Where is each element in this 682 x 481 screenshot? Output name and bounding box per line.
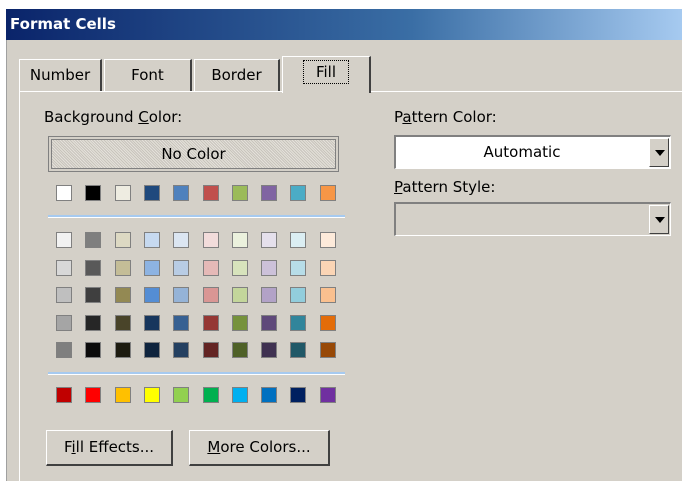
theme-tint-swatch[interactable] — [114, 232, 131, 248]
theme-tint-swatch[interactable] — [319, 232, 336, 248]
dialog-title: Format Cells — [6, 9, 682, 40]
theme-tint-swatch[interactable] — [319, 287, 336, 303]
standard-color-swatch[interactable] — [319, 387, 336, 403]
theme-tint-swatch[interactable] — [290, 315, 307, 331]
theme-color-swatch[interactable] — [319, 185, 336, 201]
theme-tint-swatch[interactable] — [290, 287, 307, 303]
theme-tint-swatch[interactable] — [173, 342, 190, 358]
theme-color-swatch[interactable] — [261, 185, 278, 201]
theme-tint-swatch[interactable] — [231, 260, 248, 276]
theme-tint-swatch[interactable] — [143, 260, 160, 276]
theme-tint-swatch[interactable] — [173, 260, 190, 276]
theme-tint-swatch[interactable] — [319, 315, 336, 331]
pattern-color-dropdown[interactable]: Automatic — [394, 135, 671, 169]
theme-tint-swatch[interactable] — [56, 315, 72, 331]
theme-tint-swatch[interactable] — [114, 287, 131, 303]
theme-tint-swatch[interactable] — [261, 315, 278, 331]
theme-tint-swatch[interactable] — [56, 287, 72, 303]
theme-tint-swatch[interactable] — [173, 315, 190, 331]
standard-color-swatch[interactable] — [261, 387, 278, 403]
tab-border[interactable]: Border — [194, 59, 280, 92]
standard-color-swatch[interactable] — [290, 387, 307, 403]
theme-tint-swatch[interactable] — [290, 342, 307, 358]
theme-tint-swatch[interactable] — [114, 260, 131, 276]
palette-separator-top — [48, 215, 345, 218]
theme-tint-swatch[interactable] — [290, 260, 307, 276]
theme-tint-swatch[interactable] — [143, 287, 160, 303]
no-color-label: No Color — [51, 139, 336, 169]
pattern-color-value: Automatic — [483, 143, 561, 161]
palette-separator-bottom — [48, 372, 345, 375]
theme-tint-swatch[interactable] — [319, 260, 336, 276]
theme-tint-swatch[interactable] — [202, 287, 219, 303]
theme-tint-swatch[interactable] — [143, 315, 160, 331]
theme-tint-swatch[interactable] — [85, 232, 102, 248]
theme-color-swatch[interactable] — [173, 185, 190, 201]
pattern-style-label: Pattern Style: — [394, 178, 496, 196]
theme-tint-swatch[interactable] — [231, 232, 248, 248]
theme-tint-swatch[interactable] — [143, 342, 160, 358]
standard-color-swatch[interactable] — [143, 387, 160, 403]
pattern-style-dropdown[interactable] — [394, 202, 671, 236]
fill-effects-button[interactable]: Fill Effects... — [46, 430, 173, 466]
theme-tint-swatch[interactable] — [143, 232, 160, 248]
theme-tint-swatch[interactable] — [85, 342, 102, 358]
standard-color-swatch[interactable] — [85, 387, 102, 403]
theme-tint-swatch[interactable] — [231, 315, 248, 331]
theme-tint-swatch[interactable] — [202, 232, 219, 248]
tab-fill-label: Fill — [302, 60, 350, 84]
theme-tint-swatch[interactable] — [85, 315, 102, 331]
tab-number[interactable]: Number — [19, 59, 102, 92]
theme-color-swatch[interactable] — [202, 185, 219, 201]
no-color-button[interactable]: No Color — [48, 136, 339, 172]
theme-tint-swatch[interactable] — [290, 232, 307, 248]
theme-tint-swatch[interactable] — [56, 232, 72, 248]
theme-tint-swatch[interactable] — [56, 342, 72, 358]
theme-color-swatch[interactable] — [56, 185, 72, 201]
theme-tint-swatch[interactable] — [231, 287, 248, 303]
standard-color-swatch[interactable] — [114, 387, 131, 403]
theme-tint-swatch[interactable] — [202, 315, 219, 331]
theme-color-swatch[interactable] — [114, 185, 131, 201]
tab-fill[interactable]: Fill — [282, 56, 371, 93]
theme-tint-swatch[interactable] — [85, 287, 102, 303]
theme-tint-swatch[interactable] — [202, 260, 219, 276]
chevron-down-icon[interactable] — [649, 205, 669, 234]
theme-tint-swatch[interactable] — [202, 342, 219, 358]
theme-tint-swatch[interactable] — [261, 342, 278, 358]
theme-tint-swatch[interactable] — [319, 342, 336, 358]
theme-tint-swatch[interactable] — [261, 232, 278, 248]
theme-color-swatch[interactable] — [231, 185, 248, 201]
theme-tint-swatch[interactable] — [85, 260, 102, 276]
theme-tint-swatch[interactable] — [114, 315, 131, 331]
theme-color-swatch[interactable] — [290, 185, 307, 201]
background-color-label: Background Color: — [44, 108, 183, 126]
standard-color-swatch[interactable] — [173, 387, 190, 403]
theme-color-swatch[interactable] — [143, 185, 160, 201]
theme-tint-swatch[interactable] — [56, 260, 72, 276]
standard-color-swatch[interactable] — [56, 387, 72, 403]
tab-font[interactable]: Font — [104, 59, 192, 92]
theme-color-swatch[interactable] — [85, 185, 102, 201]
theme-tint-swatch[interactable] — [261, 287, 278, 303]
pattern-style-value — [396, 204, 648, 235]
theme-tint-swatch[interactable] — [231, 342, 248, 358]
theme-tint-swatch[interactable] — [114, 342, 131, 358]
chevron-down-icon[interactable] — [649, 138, 669, 167]
theme-tint-swatch[interactable] — [261, 260, 278, 276]
pattern-color-label: Pattern Color: — [394, 108, 497, 126]
standard-color-swatch[interactable] — [202, 387, 219, 403]
more-colors-button[interactable]: More Colors... — [189, 430, 330, 466]
theme-tint-swatch[interactable] — [173, 287, 190, 303]
theme-tint-swatch[interactable] — [173, 232, 190, 248]
standard-color-swatch[interactable] — [231, 387, 248, 403]
